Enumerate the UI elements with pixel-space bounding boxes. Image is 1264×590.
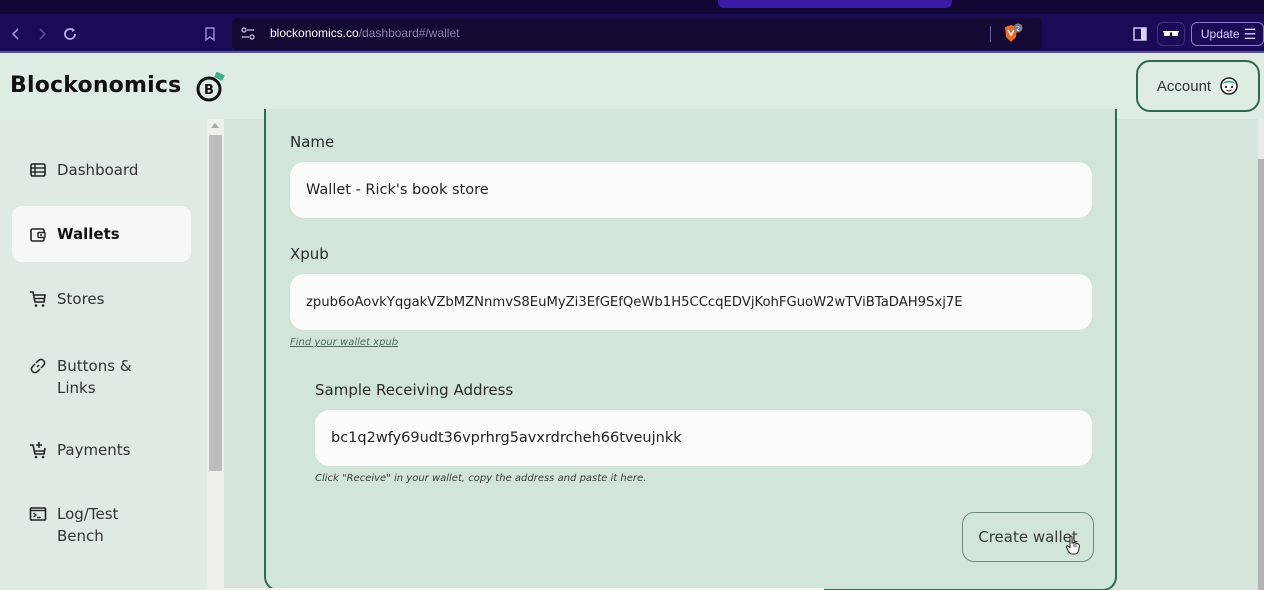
name-input[interactable]: Wallet - Rick's book store: [290, 162, 1092, 218]
bookmark-button[interactable]: [198, 22, 222, 46]
tab-strip: [0, 0, 1264, 14]
sidebar-item-label: Wallets: [57, 225, 120, 243]
label-line-1: Buttons &: [57, 357, 132, 375]
logo-text[interactable]: Blockonomics: [10, 73, 181, 98]
private-window-button[interactable]: [1157, 22, 1185, 46]
reload-button[interactable]: [58, 22, 82, 46]
sidebar-item-payments[interactable]: Payments: [12, 439, 191, 461]
sidebar-toggle-icon: [1133, 27, 1147, 41]
url-divider: [990, 26, 991, 42]
update-button[interactable]: Update ☰: [1191, 22, 1264, 46]
hand-pointer-icon: [1065, 535, 1080, 555]
reload-icon: [64, 28, 76, 40]
blockonomics-logo-icon[interactable]: B: [195, 72, 227, 104]
url-text[interactable]: blockonomics.co/dashboard#/wallet: [270, 26, 459, 40]
url-path: /dashboard#/wallet: [358, 26, 460, 40]
forward-button[interactable]: [30, 22, 54, 46]
sidebar-item-label: Stores: [57, 290, 105, 308]
xpub-label: Xpub: [290, 245, 329, 263]
sidebar-item-label: Buttons & Links: [57, 355, 132, 399]
browser-nav-row: blockonomics.co/dashboard#/wallet 2 Upda…: [0, 18, 1264, 50]
site-settings-icon[interactable]: [240, 26, 256, 42]
bookmark-icon: [205, 27, 215, 42]
sidebar-scrollbar-thumb[interactable]: [209, 135, 222, 471]
chevron-right-icon: [39, 28, 47, 40]
chevron-left-icon: [11, 28, 19, 40]
terminal-icon: [29, 507, 47, 521]
update-label: Update: [1200, 27, 1240, 41]
sidebar-item-dashboard[interactable]: Dashboard: [12, 159, 191, 181]
sample-address-label: Sample Receiving Address: [315, 381, 514, 399]
sample-address-input[interactable]: bc1q2wfy69udt36vprhrg5avxrdrcheh66tveujn…: [315, 410, 1092, 466]
sidebar-item-label: Log/Test Bench: [57, 503, 118, 547]
account-label: Account: [1156, 77, 1212, 95]
glasses-icon: [1163, 31, 1179, 36]
label-line-2: Bench: [57, 527, 104, 545]
browser-toolbar: blockonomics.co/dashboard#/wallet 2 Upda…: [0, 0, 1264, 53]
table-icon: [30, 163, 46, 177]
label-line-1: Log/Test: [57, 505, 119, 523]
xpub-input[interactable]: zpub6oAovkYqgakVZbMZNnmvS8EuMyZi3EfGEfQe…: [290, 274, 1092, 330]
sidebar-item-stores[interactable]: Stores: [12, 288, 191, 310]
sidebar-item-label: Payments: [57, 441, 131, 459]
create-wallet-form: Name Wallet - Rick's book store Xpub zpu…: [264, 109, 1117, 590]
link-icon: [30, 358, 46, 374]
cart-icon: [30, 291, 46, 307]
sidebar-item-buttons-links[interactable]: Buttons & Links: [12, 355, 191, 399]
sidebar-item-log-test-bench[interactable]: Log/Test Bench: [12, 503, 191, 547]
hamburger-menu-icon: ☰: [1243, 25, 1257, 42]
label-line-2: Links: [57, 379, 96, 397]
brave-shields-icon[interactable]: 2: [1002, 23, 1024, 45]
sidebar-item-wallets[interactable]: Wallets: [12, 206, 191, 262]
find-xpub-link[interactable]: Find your wallet xpub: [290, 337, 398, 348]
active-tab[interactable]: [718, 0, 952, 8]
logo-mark-letter: B: [204, 83, 214, 98]
name-label: Name: [290, 133, 335, 151]
url-host: blockonomics.co: [270, 26, 359, 40]
sidebar-scrollbar[interactable]: [207, 119, 224, 590]
scroll-up-arrow-icon[interactable]: [211, 123, 219, 128]
avatar-icon: [1220, 77, 1238, 95]
account-button[interactable]: Account: [1136, 60, 1260, 112]
main-content: Name Wallet - Rick's book store Xpub zpu…: [224, 109, 1264, 590]
sidebar-item-label: Dashboard: [57, 161, 139, 179]
sidebar-toggle-button[interactable]: [1128, 22, 1152, 46]
shields-count: 2: [1016, 26, 1020, 33]
address-bar[interactable]: blockonomics.co/dashboard#/wallet 2: [232, 18, 1042, 50]
wallet-icon: [30, 228, 46, 242]
sample-address-help: Click "Receive" in your wallet, copy the…: [315, 473, 647, 484]
cart-plus-icon: [30, 442, 46, 459]
page-scrollbar-thumb[interactable]: [1258, 159, 1264, 590]
back-button[interactable]: [4, 22, 28, 46]
sidebar: Dashboard Wallets Stores Buttons & Links …: [0, 119, 208, 590]
